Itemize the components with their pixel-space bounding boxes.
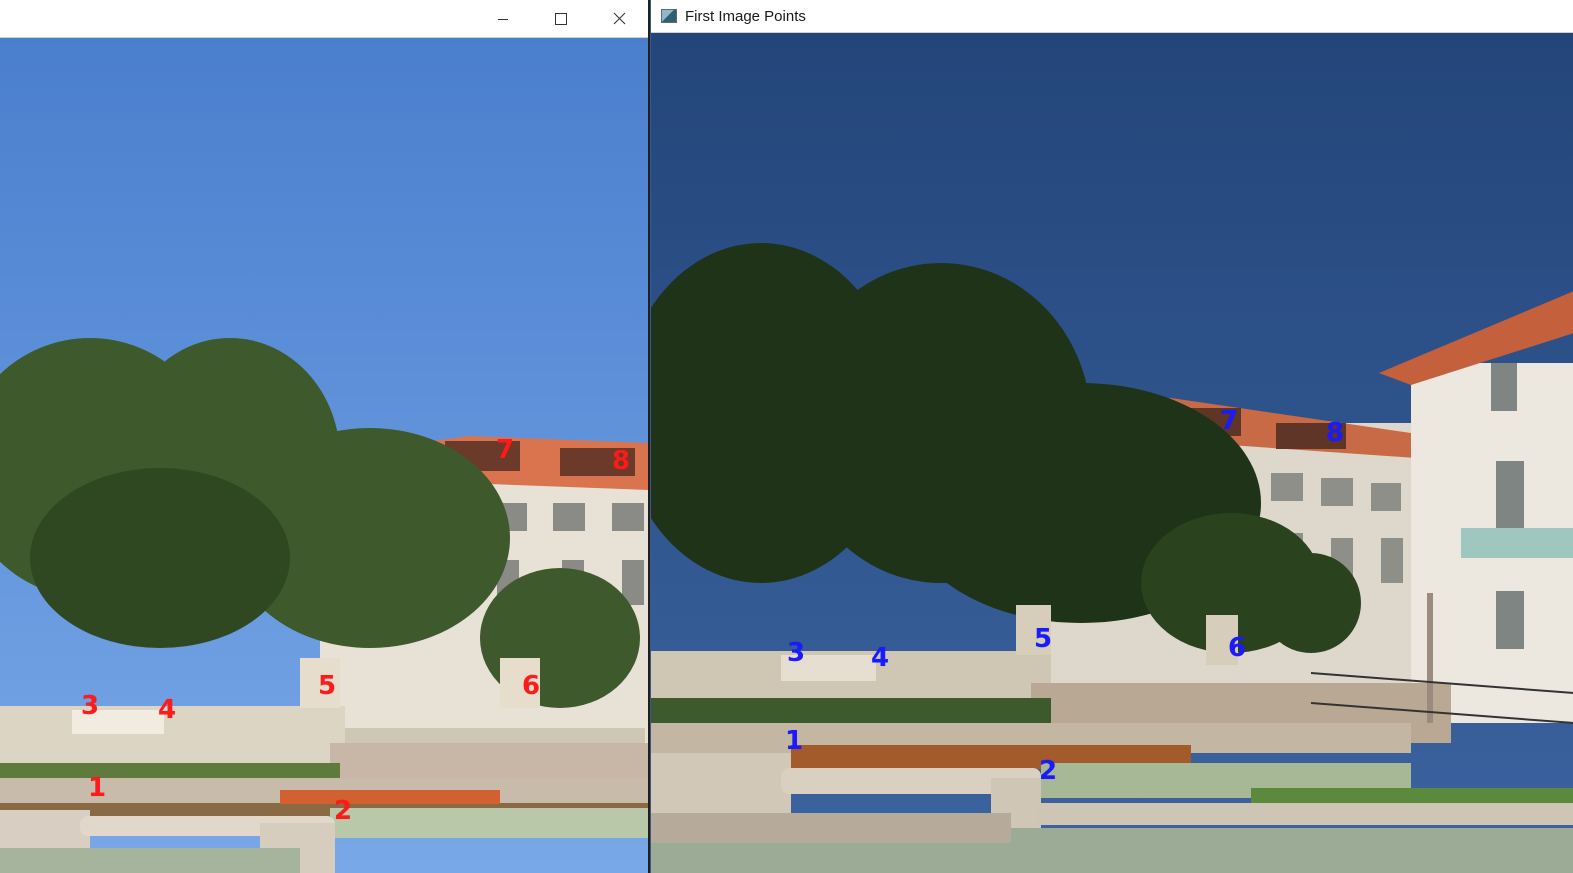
marker-1: 1 (87, 773, 107, 803)
marker-8: 8 (611, 446, 631, 476)
app-window-icon (661, 9, 677, 23)
marker-2: 2 (1038, 756, 1058, 786)
maximize-button[interactable] (532, 0, 590, 37)
maximize-icon (555, 12, 567, 25)
marker-3: 3 (80, 691, 100, 721)
marker-5: 5 (1033, 624, 1053, 654)
right-window-titlebar[interactable]: First Image Points (651, 0, 1573, 33)
minimize-icon (498, 18, 508, 20)
minimize-button[interactable] (474, 0, 532, 37)
close-icon (613, 12, 625, 25)
first-image-points-window: First Image Points 1 2 3 4 5 6 7 8 (650, 0, 1573, 873)
left-window-titlebar[interactable] (0, 0, 648, 38)
marker-7: 7 (1219, 406, 1239, 436)
marker-7: 7 (495, 435, 515, 465)
marker-4: 4 (157, 695, 177, 725)
marker-2: 2 (333, 796, 353, 826)
window-controls (474, 0, 648, 37)
marker-6: 6 (1227, 633, 1247, 663)
marker-8: 8 (1325, 418, 1345, 448)
close-button[interactable] (590, 0, 648, 37)
marker-1: 1 (784, 726, 804, 756)
left-image-window: 1 2 3 4 5 6 7 8 (0, 0, 648, 873)
marker-3: 3 (786, 638, 806, 668)
left-image-canvas[interactable]: 1 2 3 4 5 6 7 8 (0, 38, 648, 873)
marker-4: 4 (870, 643, 890, 673)
marker-6: 6 (521, 671, 541, 701)
marker-5: 5 (317, 671, 337, 701)
right-image-canvas[interactable]: 1 2 3 4 5 6 7 8 (651, 33, 1573, 873)
campus-photo-left (0, 38, 648, 873)
window-title: First Image Points (685, 7, 806, 25)
